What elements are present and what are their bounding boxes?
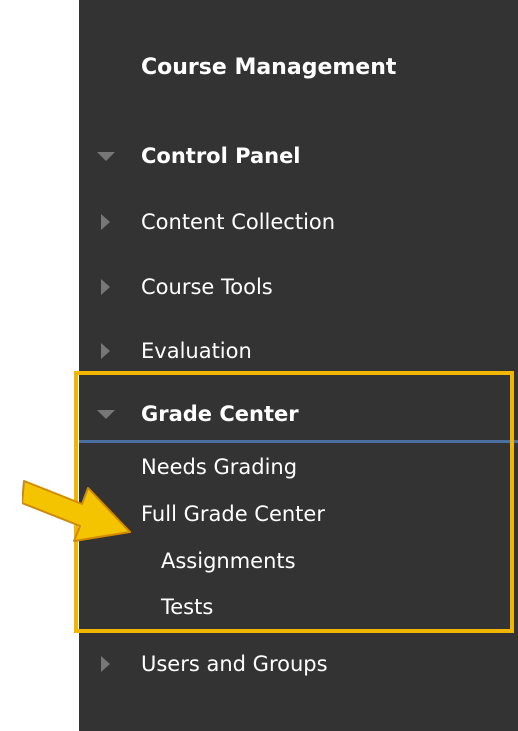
menu-item-label: Evaluation (141, 339, 252, 363)
submenu-tests[interactable]: Tests (161, 595, 213, 619)
menu-item-evaluation[interactable]: Evaluation (79, 331, 518, 371)
pointer-arrow-icon (22, 480, 131, 542)
control-panel-label: Control Panel (141, 144, 301, 168)
menu-item-users-and-groups[interactable]: Users and Groups (79, 644, 518, 684)
chevron-down-icon (97, 152, 115, 161)
menu-item-grade-center[interactable]: Grade Center (79, 394, 518, 434)
screenshot-stage: Course Management Control Panel Content … (0, 0, 518, 731)
course-management-panel: Course Management Control Panel Content … (79, 0, 518, 731)
menu-item-label: Users and Groups (141, 652, 328, 676)
chevron-right-icon (101, 343, 110, 359)
grade-center-label: Grade Center (141, 402, 299, 426)
menu-item-content-collection[interactable]: Content Collection (79, 202, 518, 242)
control-panel-header[interactable]: Control Panel (79, 136, 518, 176)
chevron-down-icon (97, 410, 115, 419)
panel-title: Course Management (141, 55, 397, 80)
menu-item-label: Content Collection (141, 210, 336, 234)
section-divider (79, 440, 518, 443)
menu-item-label: Course Tools (141, 275, 273, 299)
chevron-right-icon (101, 656, 110, 672)
submenu-assignments[interactable]: Assignments (161, 549, 296, 573)
chevron-right-icon (101, 279, 110, 295)
submenu-full-grade-center[interactable]: Full Grade Center (141, 502, 325, 526)
chevron-right-icon (101, 214, 110, 230)
submenu-needs-grading[interactable]: Needs Grading (141, 455, 297, 479)
menu-item-course-tools[interactable]: Course Tools (79, 267, 518, 307)
